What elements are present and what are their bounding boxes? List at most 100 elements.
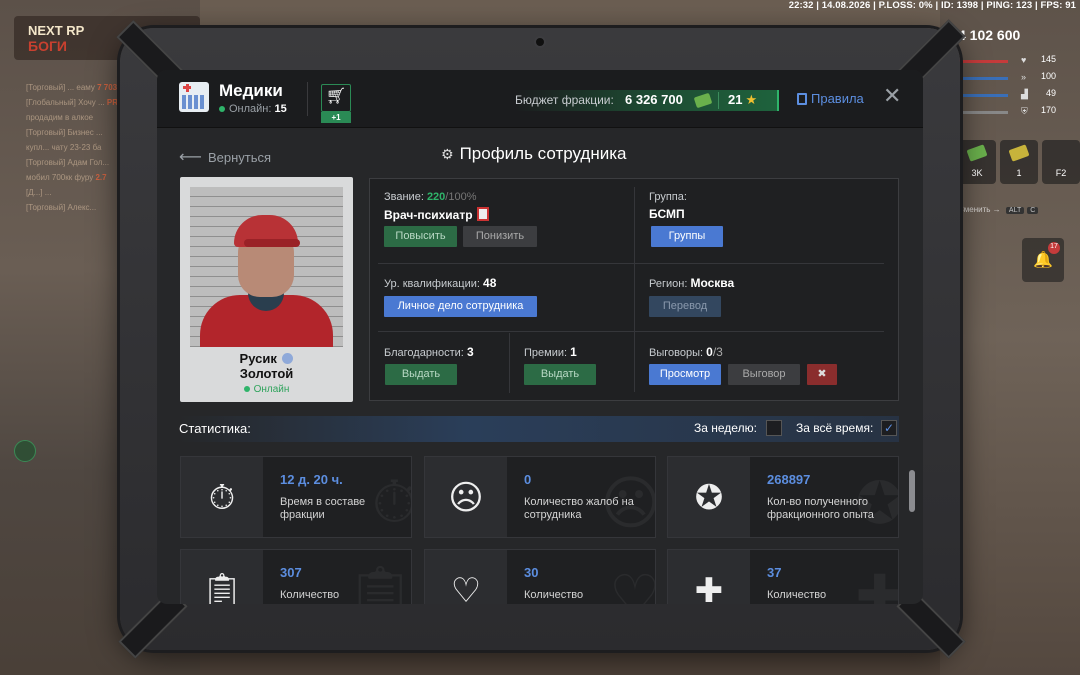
qualification-value: 48 [483, 276, 497, 290]
bonus-label: Премии: 1 [524, 345, 577, 359]
stat-label: Время в составе фракции [280, 496, 366, 521]
hud-bar-value: 49 [1045, 88, 1056, 98]
hud-bar-value: 145 [1040, 54, 1056, 64]
key-tile[interactable]: F2 [1042, 140, 1080, 184]
promote-button[interactable]: Повысить [384, 226, 457, 247]
notifications-bell[interactable]: 🔔 17 [1022, 238, 1064, 282]
online-dot-icon [219, 106, 225, 112]
issue-warning-button[interactable]: Выговор [728, 364, 800, 385]
scrollbar[interactable] [909, 470, 915, 512]
shield-icon: ⛨ [1021, 106, 1028, 116]
region-label: Регион: Москва [649, 276, 734, 290]
stars-value: 21 [728, 92, 743, 107]
stat-label: Количество [524, 589, 584, 601]
week-filter-label: За неделю: [694, 421, 757, 435]
week-filter-checkbox[interactable] [766, 420, 782, 436]
stat-value: 0 [524, 472, 532, 487]
employee-name: Русик Золотой [180, 351, 353, 381]
chat-highlight: 2.7 [95, 173, 107, 182]
hint-text: Сменить [958, 205, 991, 214]
budget-label: Бюджет фракции: [515, 93, 614, 107]
stat-value: 268897 [767, 472, 811, 487]
hud-inventory-tiles: 3K 1 F2 [958, 140, 1080, 184]
warnings-label: Выговоры: 0/3 [649, 345, 723, 359]
employee-status-text: Онлайн [253, 384, 290, 395]
faction-budget: Бюджет фракции: 6 326 700 21 ★ [515, 90, 779, 111]
hud-bar-value: 100 [1040, 71, 1056, 81]
arrow-left-icon: ⟵ [179, 149, 202, 166]
money-tile-value: 3K [971, 168, 983, 178]
money-value: 4 102 600 [958, 27, 1021, 43]
give-thanks-button[interactable]: Выдать [385, 364, 457, 385]
budget-divider [718, 92, 719, 109]
chat-text: [Торговый] Адам Гол... [26, 158, 110, 167]
logo-bottom-text: БОГИ [28, 38, 67, 54]
clipboard-icon: 📋︎ [181, 550, 263, 604]
rank-max: /100% [445, 191, 477, 203]
hud-stat-bar: ⛨ 170 [958, 104, 1068, 121]
bonus-value: 1 [570, 345, 577, 359]
statistics-title: Статистика: [179, 421, 251, 436]
all-time-filter-checkbox[interactable]: ✓ [881, 420, 897, 436]
faction-online: Онлайн: 15 [219, 103, 287, 115]
hint-key-c: C [1027, 207, 1039, 214]
money-tile[interactable]: 3K [958, 140, 996, 184]
key-tile-label: F2 [1055, 168, 1067, 178]
check-icon: ✓ [883, 421, 895, 435]
app-header: Медики Онлайн: 15 🛒︎ +1 Бюджет фракции: … [157, 70, 923, 128]
transfer-button[interactable]: Перевод [649, 296, 721, 317]
hud-hint: Сменить → ALT C [958, 205, 1039, 214]
hint-key-alt: ALT [1005, 207, 1025, 214]
cart-button[interactable]: 🛒︎ [321, 84, 351, 112]
budget-stars: 21 ★ [728, 92, 757, 108]
stat-card: ✚✚37Количество [667, 549, 899, 604]
faction-title: Медики [219, 81, 283, 100]
rules-button[interactable]: Правила [797, 91, 864, 106]
remove-user-icon: ✖ [817, 368, 827, 380]
stat-card: ⏱⏱12 д. 20 ч.Время в составе фракции [180, 456, 412, 538]
star-icon: ★ [745, 92, 758, 107]
chat-text: [Д...] ... [26, 188, 52, 197]
demote-button[interactable]: Понизить [463, 226, 537, 247]
hud-bar-fill [958, 111, 1008, 114]
personal-file-button[interactable]: Личное дело сотрудника [384, 296, 537, 317]
stat-label: Количество [280, 589, 340, 601]
rules-label: Правила [811, 91, 864, 106]
document-icon [797, 93, 807, 105]
bell-icon: 🔔 [1033, 252, 1053, 269]
give-bonus-button[interactable]: Выдать [524, 364, 596, 385]
warnings-max: /3 [712, 345, 723, 359]
heart-pulse-icon: ♡ [425, 550, 507, 604]
view-warnings-button[interactable]: Просмотр [649, 364, 721, 385]
panel-divider [378, 331, 884, 332]
stat-value: 37 [767, 565, 782, 580]
hud-stat-bar: » 100 [958, 70, 1068, 87]
panel-divider [634, 187, 635, 392]
warnings-label-text: Выговоры: [649, 347, 704, 359]
rank-badge-icon [476, 207, 489, 221]
tablet-camera [534, 36, 546, 48]
verified-icon [282, 353, 294, 364]
stat-card: ✪✪268897Кол-во полученного фракционного … [667, 456, 899, 538]
rank-label: Звание: 220/100% [384, 191, 477, 203]
fire-employee-button[interactable]: ✖ [807, 364, 837, 385]
groups-button[interactable]: Группы [651, 226, 723, 247]
logo-top-text: NEXT RP [28, 23, 85, 38]
cart-icon: 🛒︎ [325, 88, 347, 105]
back-button[interactable]: ⟵ Вернуться [179, 147, 271, 167]
thanks-label-text: Благодарности: [384, 347, 464, 359]
donate-tile-value: 1 [1016, 168, 1022, 178]
stat-label: Количество жалоб на сотрудника [524, 496, 634, 521]
close-icon[interactable]: ✕ [883, 85, 901, 107]
complaint-icon: ☹ [425, 457, 507, 537]
employee-last-name: Золотой [239, 366, 294, 381]
running-icon: » [1021, 72, 1027, 82]
heartbeat-icon: ♥ [1021, 55, 1027, 65]
region-label-text: Регион: [649, 278, 688, 290]
donate-tile[interactable]: 1 [1000, 140, 1038, 184]
stat-card: 📋︎ 📋︎ 307 Количество [180, 549, 412, 604]
page-title: ⚙ Профиль сотрудника [441, 144, 627, 164]
thanks-value: 3 [466, 345, 474, 359]
hospital-icon [179, 82, 209, 112]
employee-info-panel: Звание: 220/100% Врач-психиатр Повысить … [369, 178, 899, 401]
